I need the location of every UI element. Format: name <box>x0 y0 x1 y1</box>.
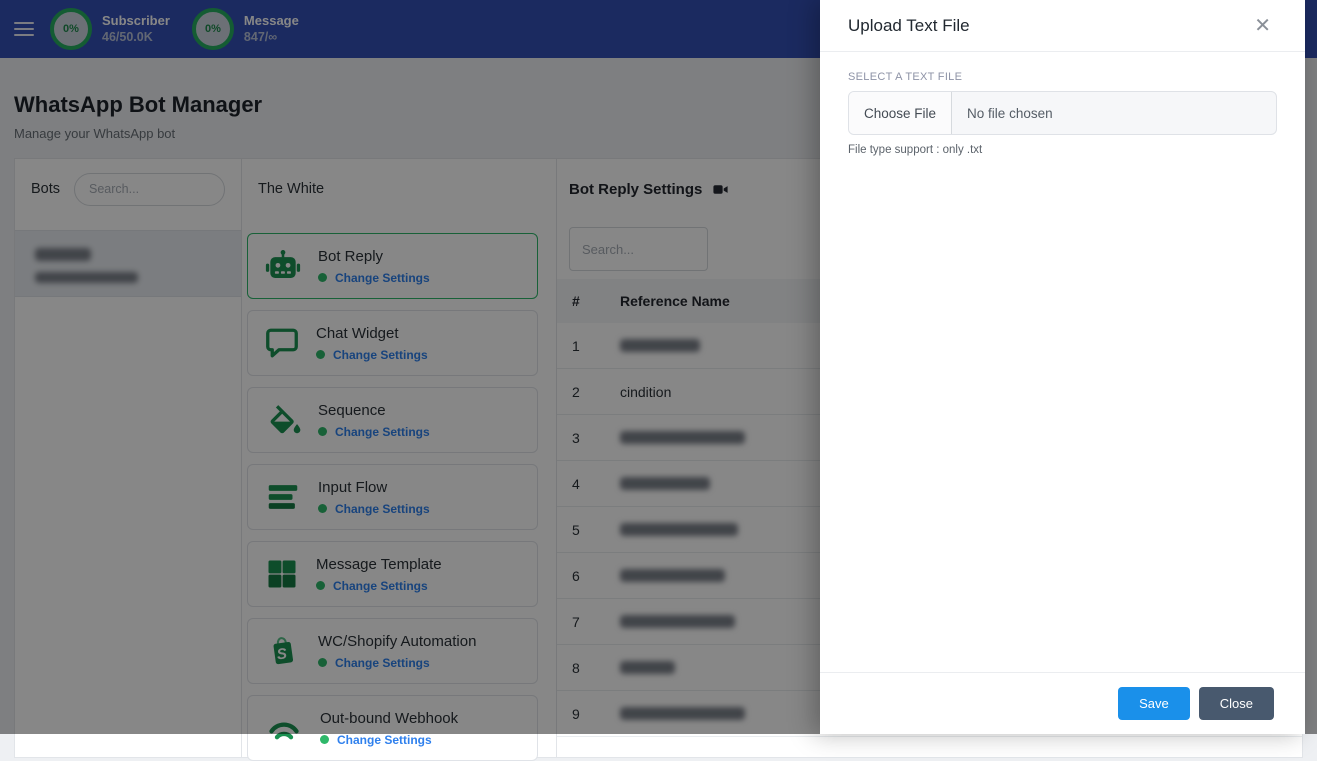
upload-text-file-modal: Upload Text File ✕ SELECT A TEXT FILE Ch… <box>820 0 1305 734</box>
modal-title: Upload Text File <box>848 15 970 35</box>
close-button[interactable]: Close <box>1198 687 1274 720</box>
file-type-hint: File type support : only .txt <box>848 144 983 156</box>
change-settings-link[interactable]: Change Settings <box>320 733 458 747</box>
status-dot <box>320 735 329 744</box>
save-button[interactable]: Save <box>1118 687 1190 720</box>
file-status-text: No file chosen <box>967 105 1053 121</box>
close-icon[interactable]: ✕ <box>1248 14 1277 38</box>
file-input[interactable]: Choose File No file chosen <box>848 91 1277 135</box>
file-field-label: SELECT A TEXT FILE <box>848 71 963 83</box>
choose-file-button[interactable]: Choose File <box>849 92 953 134</box>
